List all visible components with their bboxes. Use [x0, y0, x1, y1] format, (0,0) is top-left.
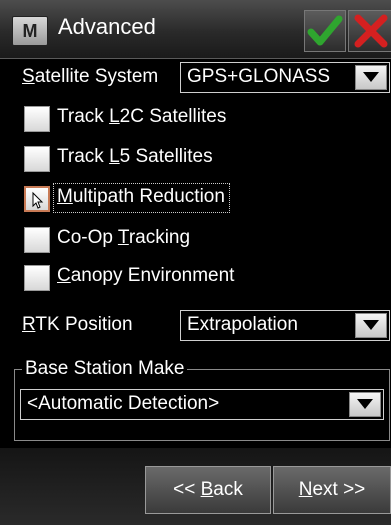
- back-button[interactable]: << Back: [145, 466, 271, 514]
- rtk-position-dropdown[interactable]: Extrapolation: [180, 310, 390, 341]
- satellite-system-value: GPS+GLONASS: [187, 66, 331, 87]
- satellite-system-dropdown[interactable]: GPS+GLONASS: [180, 62, 390, 93]
- x-icon: [354, 14, 388, 48]
- canopy-environment-label: Canopy Environment: [57, 265, 235, 286]
- title-bar: M Advanced: [0, 0, 391, 59]
- window-title: Advanced: [58, 14, 156, 39]
- down-arrow-icon: [363, 320, 379, 330]
- next-button[interactable]: Next >>: [273, 466, 391, 514]
- co-op-tracking-checkbox[interactable]: [24, 227, 50, 253]
- track-l5-checkbox[interactable]: [24, 146, 50, 172]
- app-menu-icon[interactable]: M: [12, 16, 48, 46]
- multipath-reduction-label: Multipath Reduction: [57, 186, 225, 207]
- base-station-make-value: <Automatic Detection>: [27, 393, 220, 414]
- dropdown-arrow-button[interactable]: [355, 313, 387, 338]
- canopy-environment-checkbox[interactable]: [24, 265, 50, 291]
- base-station-group-label: Base Station Make: [22, 358, 188, 380]
- down-arrow-icon: [357, 399, 373, 409]
- dropdown-arrow-button[interactable]: [349, 392, 381, 417]
- down-arrow-icon: [363, 72, 379, 82]
- rtk-position-value: Extrapolation: [187, 314, 298, 335]
- rtk-position-label: RTK Position: [22, 314, 133, 335]
- multipath-reduction-checkbox[interactable]: [24, 186, 50, 212]
- track-l2c-label: Track L2C Satellites: [57, 106, 227, 127]
- dropdown-arrow-button[interactable]: [355, 65, 387, 90]
- satellite-system-label: Satellite System: [22, 66, 159, 87]
- co-op-tracking-label: Co-Op Tracking: [57, 227, 191, 248]
- base-station-make-dropdown[interactable]: <Automatic Detection>: [20, 389, 384, 420]
- mouse-cursor-icon: [32, 191, 44, 209]
- checkmark-icon: [307, 15, 343, 46]
- ok-button[interactable]: [304, 10, 346, 52]
- cancel-button[interactable]: [348, 10, 391, 52]
- track-l2c-checkbox[interactable]: [24, 106, 50, 132]
- track-l5-label: Track L5 Satellites: [57, 146, 213, 167]
